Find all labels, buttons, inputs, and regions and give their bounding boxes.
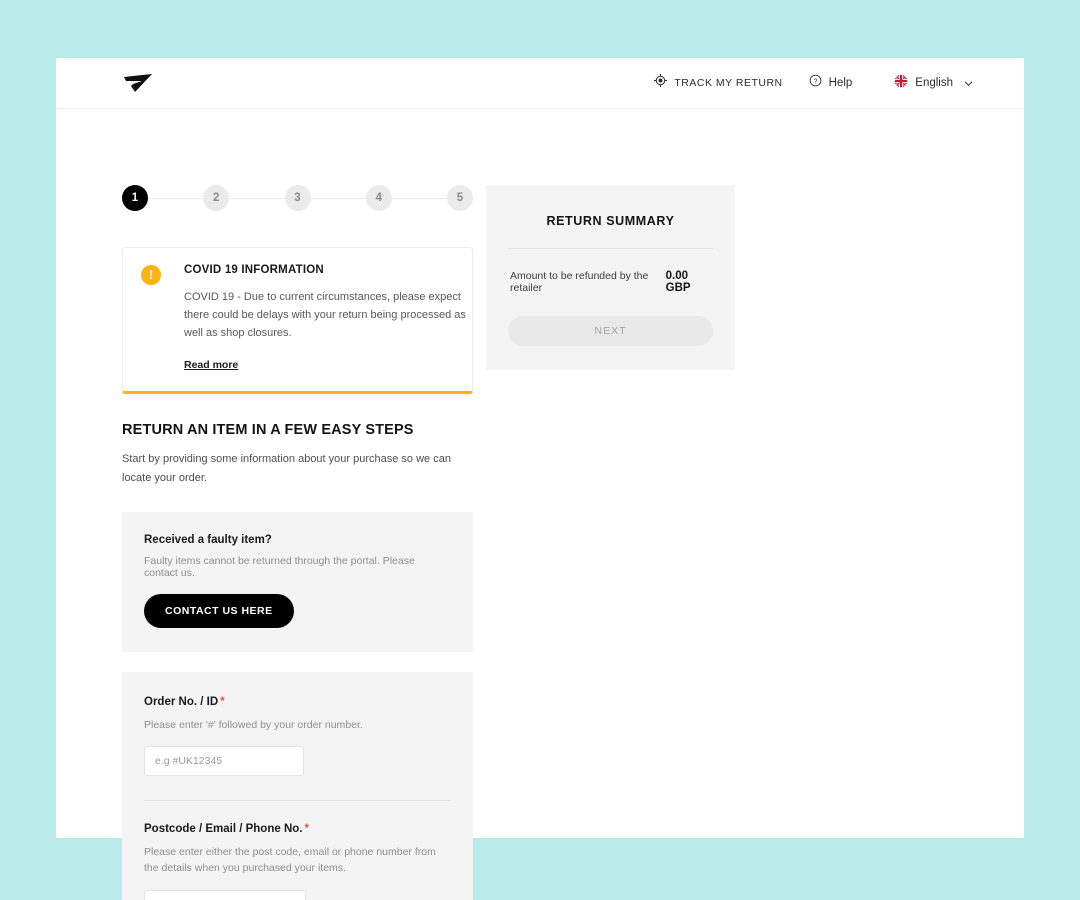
exclamation-icon: ! — [141, 265, 161, 285]
content-columns: 1 2 3 4 5 ! COVID 19 INFORMATION COVID 1… — [122, 109, 973, 900]
language-selector[interactable]: English — [894, 73, 973, 93]
refund-row: Amount to be refunded by the retailer 0.… — [508, 249, 713, 294]
step-5[interactable]: 5 — [447, 185, 473, 211]
progress-stepper: 1 2 3 4 5 — [122, 185, 473, 211]
covid-alert-title: COVID 19 INFORMATION — [184, 264, 324, 276]
contact-us-button[interactable]: CONTACT US HERE — [144, 593, 294, 628]
required-asterisk: * — [220, 695, 225, 708]
step-3[interactable]: 3 — [284, 185, 311, 211]
page-subtitle: Start by providing some information abou… — [122, 453, 451, 484]
faulty-item-card: Received a faulty item? Faulty items can… — [122, 511, 473, 652]
site-header: TRACK MY RETURN ? Help English — [56, 58, 1024, 109]
question-circle-icon: ? — [809, 74, 822, 92]
order-number-input[interactable] — [144, 745, 304, 776]
right-column: RETURN SUMMARY Amount to be refunded by … — [486, 185, 735, 370]
postcode-email-phone-hint: Please enter either the post code, email… — [144, 845, 436, 875]
page-root: TRACK MY RETURN ? Help English 1 2 3 4 5… — [0, 0, 1080, 900]
postcode-email-phone-field: Postcode / Email / Phone No. * Please ent… — [144, 823, 451, 900]
step-connector-3 — [310, 197, 366, 199]
read-more-link[interactable]: Read more — [184, 359, 238, 371]
language-label: English — [915, 77, 953, 89]
left-column: 1 2 3 4 5 ! COVID 19 INFORMATION COVID 1… — [122, 185, 473, 900]
help-link[interactable]: ? Help — [809, 74, 853, 92]
logo-mark — [124, 74, 152, 92]
next-button[interactable]: NEXT — [508, 316, 713, 346]
postcode-email-phone-label: Postcode / Email / Phone No. * — [144, 823, 451, 835]
step-4[interactable]: 4 — [365, 185, 392, 211]
target-icon — [654, 74, 668, 92]
chevron-down-icon — [964, 79, 973, 88]
postcode-email-phone-label-text: Postcode / Email / Phone No. — [144, 822, 303, 835]
app-window: TRACK MY RETURN ? Help English 1 2 3 4 5… — [56, 58, 1024, 900]
step-2[interactable]: 2 — [203, 185, 230, 211]
step-connector-2 — [229, 197, 285, 199]
step-1[interactable]: 1 — [122, 185, 148, 211]
page-title: RETURN AN ITEM IN A FEW EASY STEPS — [122, 422, 414, 439]
help-label: Help — [828, 77, 853, 89]
form-field-divider — [144, 799, 451, 801]
track-my-return-label: TRACK MY RETURN — [674, 77, 783, 89]
step-5-label: 5 — [456, 192, 464, 204]
header-nav: TRACK MY RETURN ? Help English — [654, 73, 973, 93]
order-number-field: Order No. / ID * Please enter '#' followe… — [144, 696, 451, 776]
covid-alert-text: COVID 19 - Due to current circumstances,… — [184, 291, 466, 339]
order-lookup-form: Order No. / ID * Please enter '#' followe… — [122, 671, 473, 900]
step-1-label: 1 — [131, 192, 139, 204]
order-number-label: Order No. / ID * — [144, 696, 451, 708]
covid-alert: ! COVID 19 INFORMATION COVID 19 - Due to… — [122, 247, 473, 395]
postcode-email-phone-input[interactable] — [144, 889, 306, 900]
step-connector-4 — [391, 197, 447, 199]
track-my-return-link[interactable]: TRACK MY RETURN — [654, 74, 782, 92]
svg-text:?: ? — [813, 78, 817, 85]
step-4-label: 4 — [375, 192, 382, 204]
step-2-label: 2 — [213, 192, 220, 204]
refund-value: 0.00 GBP — [665, 270, 691, 294]
rebound-logo[interactable] — [122, 70, 162, 96]
return-summary-card: RETURN SUMMARY Amount to be refunded by … — [486, 185, 735, 370]
faulty-item-text: Faulty items cannot be returned through … — [144, 554, 415, 579]
order-number-hint: Please enter '#' followed by your order … — [144, 718, 363, 731]
faulty-item-title: Received a faulty item? — [144, 533, 272, 546]
required-asterisk: * — [304, 822, 309, 835]
step-connector-1 — [148, 197, 204, 199]
refund-label: Amount to be refunded by the retailer — [510, 270, 649, 294]
return-summary-title: RETURN SUMMARY — [546, 214, 675, 228]
step-3-label: 3 — [294, 192, 301, 204]
covid-alert-body: COVID 19 INFORMATION COVID 19 - Due to c… — [184, 264, 468, 373]
main-content: 1 2 3 4 5 ! COVID 19 INFORMATION COVID 1… — [56, 109, 1024, 900]
uk-flag-icon — [894, 73, 908, 93]
order-number-label-text: Order No. / ID — [144, 695, 219, 708]
